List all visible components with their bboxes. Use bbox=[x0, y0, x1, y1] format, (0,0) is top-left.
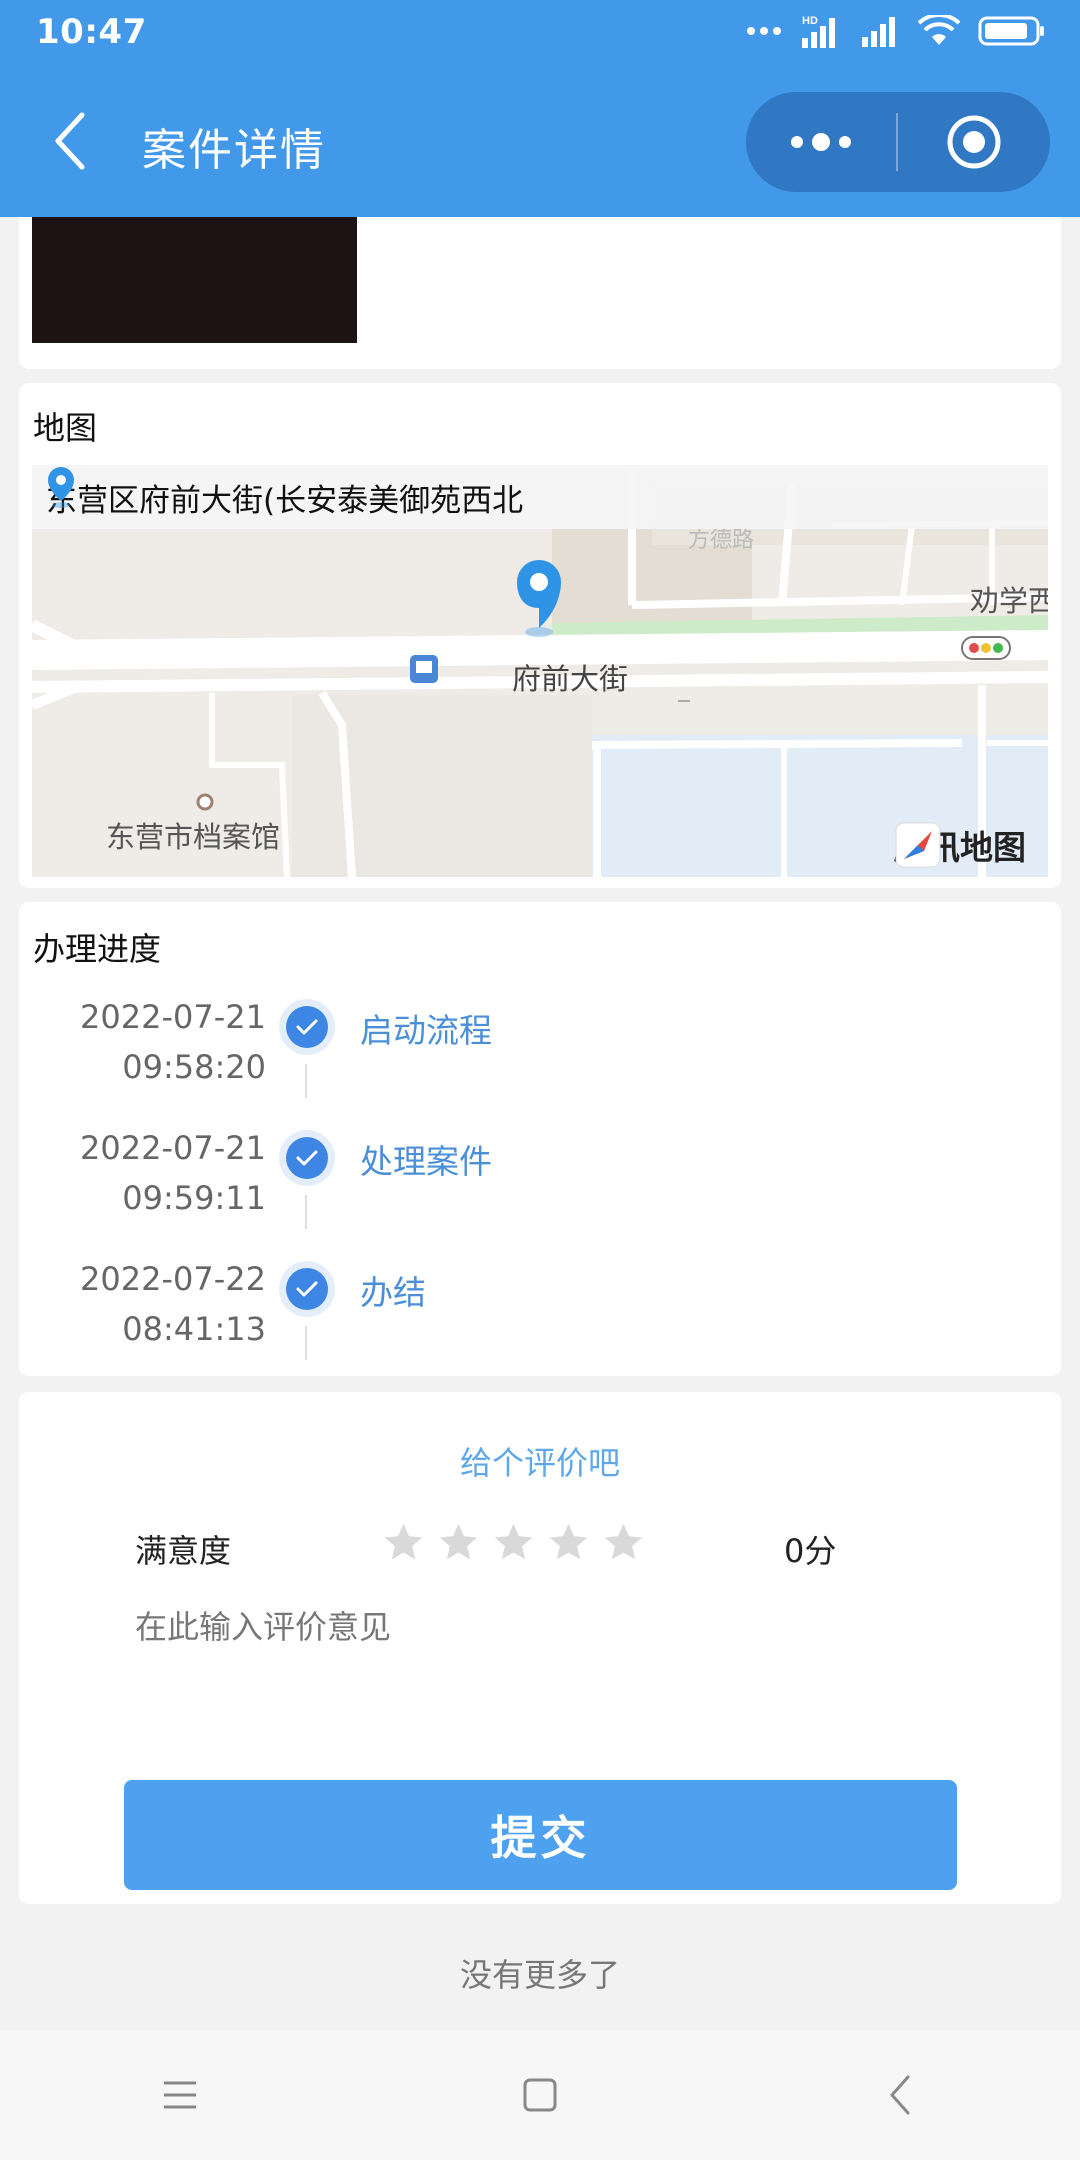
step-connector bbox=[305, 1064, 307, 1098]
menu-icon bbox=[164, 2081, 196, 2109]
map-label-road-right: 劝学西 bbox=[970, 584, 1048, 618]
tencent-map-logo-icon bbox=[895, 822, 941, 868]
step-date: 2022-07-22 bbox=[80, 1260, 266, 1298]
address-bar: 东营区府前大街(长安泰美御苑西北 bbox=[32, 465, 1048, 529]
star-icon[interactable] bbox=[436, 1520, 481, 1565]
page-title: 案件详情 bbox=[142, 125, 326, 176]
more-button[interactable] bbox=[746, 92, 896, 192]
star-rating bbox=[381, 1520, 646, 1565]
step-connector bbox=[305, 1195, 307, 1229]
signal-icon bbox=[862, 17, 895, 47]
step-label: 处理案件 bbox=[360, 1142, 492, 1181]
chevron-left-icon bbox=[55, 112, 85, 170]
rating-card: 给个评价吧 满意度 0分 提交 bbox=[19, 1392, 1061, 1904]
progress-step: 2022-07-21 09:58:20 启动流程 bbox=[19, 998, 1061, 1128]
star-icon[interactable] bbox=[381, 1520, 426, 1565]
navigation-bar: 案件详情 bbox=[0, 68, 1080, 217]
case-photo[interactable] bbox=[32, 217, 357, 343]
app-header: 10:47 HD 案件详情 bbox=[0, 0, 1080, 217]
status-icons: HD bbox=[746, 14, 1046, 48]
progress-section-title: 办理进度 bbox=[33, 930, 162, 968]
step-time: 08:41:13 bbox=[122, 1310, 266, 1348]
system-back-button[interactable] bbox=[840, 2045, 960, 2145]
star-icon[interactable] bbox=[601, 1520, 646, 1565]
score-value: 0分 bbox=[784, 1532, 837, 1570]
rating-heading: 给个评价吧 bbox=[459, 1444, 620, 1482]
map-view[interactable]: 府前大街 东营市档案馆 劝学西 方德路 东营区府前大街(长安泰美御苑西北 腾讯地… bbox=[32, 465, 1048, 877]
check-circle-icon bbox=[279, 1130, 335, 1186]
step-label: 办结 bbox=[360, 1273, 426, 1312]
chevron-left-icon bbox=[890, 2075, 910, 2115]
hd-text: HD bbox=[802, 15, 818, 27]
check-circle-icon bbox=[279, 1261, 335, 1317]
poi-marker-icon bbox=[196, 793, 214, 811]
map-section-title: 地图 bbox=[33, 409, 98, 447]
step-date: 2022-07-21 bbox=[80, 998, 266, 1036]
notification-dots-icon bbox=[747, 27, 781, 35]
progress-step: 2022-07-22 08:41:13 办结 bbox=[19, 1260, 1061, 1390]
progress-step: 2022-07-21 09:59:11 处理案件 bbox=[19, 1129, 1061, 1259]
star-icon[interactable] bbox=[491, 1520, 536, 1565]
signal-hd-icon: HD bbox=[802, 15, 835, 48]
star-icon[interactable] bbox=[546, 1520, 591, 1565]
check-circle-icon bbox=[279, 999, 335, 1055]
mini-program-capsule bbox=[746, 92, 1050, 192]
more-dots-icon bbox=[791, 133, 851, 151]
system-navigation-bar bbox=[0, 2030, 1080, 2160]
menu-button[interactable] bbox=[120, 2045, 240, 2145]
step-time: 09:59:11 bbox=[122, 1179, 266, 1217]
satisfaction-label: 满意度 bbox=[135, 1532, 232, 1570]
step-connector bbox=[305, 1326, 307, 1360]
pin-icon bbox=[48, 467, 74, 508]
map-label-poi: 东营市档案馆 bbox=[106, 820, 280, 854]
status-bar: 10:47 HD bbox=[0, 0, 1080, 68]
map-card: 地图 府前大街 东营市档案馆 劝学西 方德路 东营区府前大街(长安泰美御苑西北 … bbox=[19, 383, 1061, 888]
status-time: 10:47 bbox=[36, 12, 147, 52]
back-button[interactable] bbox=[40, 106, 100, 176]
comment-input[interactable] bbox=[135, 1602, 955, 1752]
home-button[interactable] bbox=[480, 2045, 600, 2145]
battery-icon bbox=[978, 16, 1044, 46]
close-mini-program-button[interactable] bbox=[898, 92, 1050, 192]
step-date: 2022-07-21 bbox=[80, 1129, 266, 1167]
submit-button[interactable]: 提交 bbox=[124, 1780, 957, 1890]
map-label-street: 府前大街 bbox=[512, 662, 628, 696]
map-label-road-top: 方德路 bbox=[688, 528, 754, 553]
target-circle-icon bbox=[947, 115, 1001, 169]
tencent-map-logo: 腾讯地图 bbox=[894, 821, 1026, 869]
no-more-text: 没有更多了 bbox=[459, 1956, 620, 1994]
square-icon bbox=[523, 2078, 557, 2112]
progress-card: 办理进度 2022-07-21 09:58:20 启动流程 2022-07-21… bbox=[19, 902, 1061, 1376]
photo-card bbox=[19, 217, 1061, 369]
step-time: 09:58:20 bbox=[122, 1048, 266, 1086]
step-label: 启动流程 bbox=[360, 1011, 492, 1050]
address-text: 东营区府前大街(长安泰美御苑西北 bbox=[46, 482, 524, 519]
wifi-icon bbox=[918, 15, 960, 45]
